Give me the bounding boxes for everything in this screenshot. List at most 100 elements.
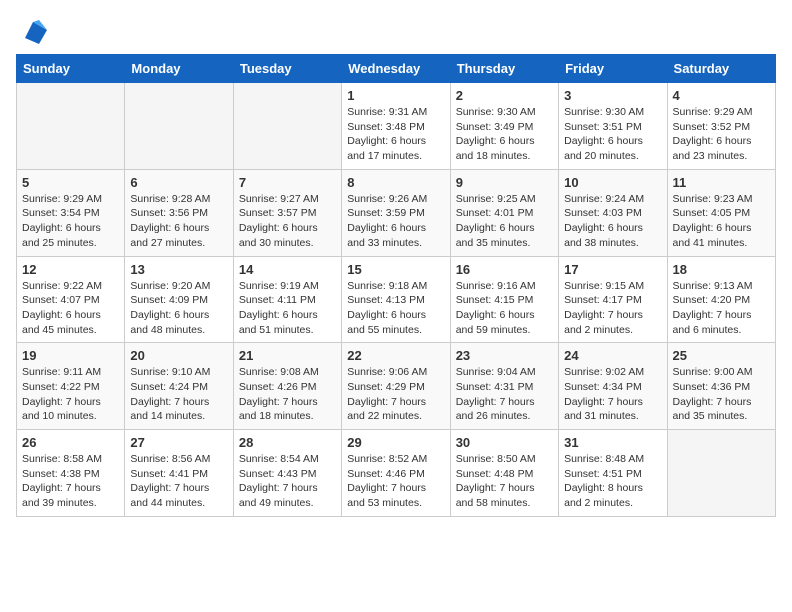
calendar-header-monday: Monday <box>125 55 233 83</box>
day-info: Sunrise: 9:04 AM Sunset: 4:31 PM Dayligh… <box>456 365 553 424</box>
calendar-cell: 9 Sunrise: 9:25 AM Sunset: 4:01 PM Daylig… <box>450 169 558 256</box>
calendar-header-saturday: Saturday <box>667 55 775 83</box>
day-number: 26 <box>22 435 119 450</box>
day-number: 19 <box>22 348 119 363</box>
day-info: Sunrise: 9:06 AM Sunset: 4:29 PM Dayligh… <box>347 365 444 424</box>
day-number: 23 <box>456 348 553 363</box>
day-number: 28 <box>239 435 336 450</box>
day-number: 30 <box>456 435 553 450</box>
day-info: Sunrise: 8:52 AM Sunset: 4:46 PM Dayligh… <box>347 452 444 511</box>
day-number: 6 <box>130 175 227 190</box>
day-info: Sunrise: 9:31 AM Sunset: 3:48 PM Dayligh… <box>347 105 444 164</box>
page-header <box>16 16 776 44</box>
calendar-cell: 17 Sunrise: 9:15 AM Sunset: 4:17 PM Dayli… <box>559 256 667 343</box>
day-info: Sunrise: 9:27 AM Sunset: 3:57 PM Dayligh… <box>239 192 336 251</box>
calendar-cell: 11 Sunrise: 9:23 AM Sunset: 4:05 PM Dayli… <box>667 169 775 256</box>
calendar-cell: 1 Sunrise: 9:31 AM Sunset: 3:48 PM Daylig… <box>342 83 450 170</box>
day-number: 25 <box>673 348 770 363</box>
day-number: 22 <box>347 348 444 363</box>
day-number: 1 <box>347 88 444 103</box>
day-number: 7 <box>239 175 336 190</box>
day-number: 18 <box>673 262 770 277</box>
calendar-week-row: 26 Sunrise: 8:58 AM Sunset: 4:38 PM Dayli… <box>17 430 776 517</box>
calendar-table: SundayMondayTuesdayWednesdayThursdayFrid… <box>16 54 776 517</box>
day-info: Sunrise: 8:58 AM Sunset: 4:38 PM Dayligh… <box>22 452 119 511</box>
day-info: Sunrise: 9:08 AM Sunset: 4:26 PM Dayligh… <box>239 365 336 424</box>
calendar-cell <box>125 83 233 170</box>
calendar-cell: 2 Sunrise: 9:30 AM Sunset: 3:49 PM Daylig… <box>450 83 558 170</box>
calendar-cell: 14Sunrise: 9:19 AM Sunset: 4:11 PM Dayli… <box>233 256 341 343</box>
day-number: 3 <box>564 88 661 103</box>
day-info: Sunrise: 9:13 AM Sunset: 4:20 PM Dayligh… <box>673 279 770 338</box>
day-info: Sunrise: 9:23 AM Sunset: 4:05 PM Dayligh… <box>673 192 770 251</box>
calendar-header-thursday: Thursday <box>450 55 558 83</box>
day-info: Sunrise: 9:16 AM Sunset: 4:15 PM Dayligh… <box>456 279 553 338</box>
day-number: 27 <box>130 435 227 450</box>
calendar-cell: 7 Sunrise: 9:27 AM Sunset: 3:57 PM Daylig… <box>233 169 341 256</box>
day-info: Sunrise: 9:30 AM Sunset: 3:49 PM Dayligh… <box>456 105 553 164</box>
calendar-cell: 27 Sunrise: 8:56 AM Sunset: 4:41 PM Dayli… <box>125 430 233 517</box>
calendar-cell: 23 Sunrise: 9:04 AM Sunset: 4:31 PM Dayli… <box>450 343 558 430</box>
calendar-cell: 6 Sunrise: 9:28 AM Sunset: 3:56 PM Daylig… <box>125 169 233 256</box>
calendar-cell: 22 Sunrise: 9:06 AM Sunset: 4:29 PM Dayli… <box>342 343 450 430</box>
day-info: Sunrise: 8:48 AM Sunset: 4:51 PM Dayligh… <box>564 452 661 511</box>
calendar-cell: 20Sunrise: 9:10 AM Sunset: 4:24 PM Dayli… <box>125 343 233 430</box>
calendar-header-row: SundayMondayTuesdayWednesdayThursdayFrid… <box>17 55 776 83</box>
calendar-header-wednesday: Wednesday <box>342 55 450 83</box>
day-info: Sunrise: 9:15 AM Sunset: 4:17 PM Dayligh… <box>564 279 661 338</box>
calendar-cell <box>667 430 775 517</box>
day-number: 8 <box>347 175 444 190</box>
calendar-cell: 4 Sunrise: 9:29 AM Sunset: 3:52 PM Daylig… <box>667 83 775 170</box>
logo <box>16 16 47 44</box>
day-info: Sunrise: 9:25 AM Sunset: 4:01 PM Dayligh… <box>456 192 553 251</box>
day-number: 2 <box>456 88 553 103</box>
day-number: 13 <box>130 262 227 277</box>
calendar-cell <box>17 83 125 170</box>
day-number: 10 <box>564 175 661 190</box>
calendar-cell: 12Sunrise: 9:22 AM Sunset: 4:07 PM Dayli… <box>17 256 125 343</box>
day-number: 5 <box>22 175 119 190</box>
calendar-cell <box>233 83 341 170</box>
day-info: Sunrise: 8:54 AM Sunset: 4:43 PM Dayligh… <box>239 452 336 511</box>
day-info: Sunrise: 9:29 AM Sunset: 3:54 PM Dayligh… <box>22 192 119 251</box>
calendar-cell: 19 Sunrise: 9:11 AM Sunset: 4:22 PM Dayli… <box>17 343 125 430</box>
day-info: Sunrise: 8:50 AM Sunset: 4:48 PM Dayligh… <box>456 452 553 511</box>
calendar-header-tuesday: Tuesday <box>233 55 341 83</box>
day-info: Sunrise: 8:56 AM Sunset: 4:41 PM Dayligh… <box>130 452 227 511</box>
calendar-week-row: 5 Sunrise: 9:29 AM Sunset: 3:54 PM Daylig… <box>17 169 776 256</box>
day-info: Sunrise: 9:00 AM Sunset: 4:36 PM Dayligh… <box>673 365 770 424</box>
day-info: Sunrise: 9:20 AM Sunset: 4:09 PM Dayligh… <box>130 279 227 338</box>
day-number: 31 <box>564 435 661 450</box>
day-number: 20 <box>130 348 227 363</box>
day-info: Sunrise: 9:11 AM Sunset: 4:22 PM Dayligh… <box>22 365 119 424</box>
calendar-header-sunday: Sunday <box>17 55 125 83</box>
day-number: 24 <box>564 348 661 363</box>
calendar-week-row: 1 Sunrise: 9:31 AM Sunset: 3:48 PM Daylig… <box>17 83 776 170</box>
day-number: 11 <box>673 175 770 190</box>
day-number: 4 <box>673 88 770 103</box>
calendar-header-friday: Friday <box>559 55 667 83</box>
day-number: 9 <box>456 175 553 190</box>
calendar-cell: 31 Sunrise: 8:48 AM Sunset: 4:51 PM Dayli… <box>559 430 667 517</box>
calendar-cell: 8 Sunrise: 9:26 AM Sunset: 3:59 PM Daylig… <box>342 169 450 256</box>
day-number: 21 <box>239 348 336 363</box>
day-info: Sunrise: 9:19 AM Sunset: 4:11 PM Dayligh… <box>239 279 336 338</box>
day-info: Sunrise: 9:24 AM Sunset: 4:03 PM Dayligh… <box>564 192 661 251</box>
calendar-cell: 13 Sunrise: 9:20 AM Sunset: 4:09 PM Dayli… <box>125 256 233 343</box>
calendar-cell: 18 Sunrise: 9:13 AM Sunset: 4:20 PM Dayli… <box>667 256 775 343</box>
calendar-cell: 3Sunrise: 9:30 AM Sunset: 3:51 PM Daylig… <box>559 83 667 170</box>
day-info: Sunrise: 9:29 AM Sunset: 3:52 PM Dayligh… <box>673 105 770 164</box>
calendar-cell: 5 Sunrise: 9:29 AM Sunset: 3:54 PM Daylig… <box>17 169 125 256</box>
day-number: 17 <box>564 262 661 277</box>
day-info: Sunrise: 9:22 AM Sunset: 4:07 PM Dayligh… <box>22 279 119 338</box>
day-info: Sunrise: 9:02 AM Sunset: 4:34 PM Dayligh… <box>564 365 661 424</box>
calendar-cell: 30 Sunrise: 8:50 AM Sunset: 4:48 PM Dayli… <box>450 430 558 517</box>
day-info: Sunrise: 9:28 AM Sunset: 3:56 PM Dayligh… <box>130 192 227 251</box>
day-info: Sunrise: 9:18 AM Sunset: 4:13 PM Dayligh… <box>347 279 444 338</box>
day-number: 15 <box>347 262 444 277</box>
calendar-week-row: 12Sunrise: 9:22 AM Sunset: 4:07 PM Dayli… <box>17 256 776 343</box>
day-number: 29 <box>347 435 444 450</box>
calendar-cell: 25 Sunrise: 9:00 AM Sunset: 4:36 PM Dayli… <box>667 343 775 430</box>
day-info: Sunrise: 9:26 AM Sunset: 3:59 PM Dayligh… <box>347 192 444 251</box>
day-number: 16 <box>456 262 553 277</box>
